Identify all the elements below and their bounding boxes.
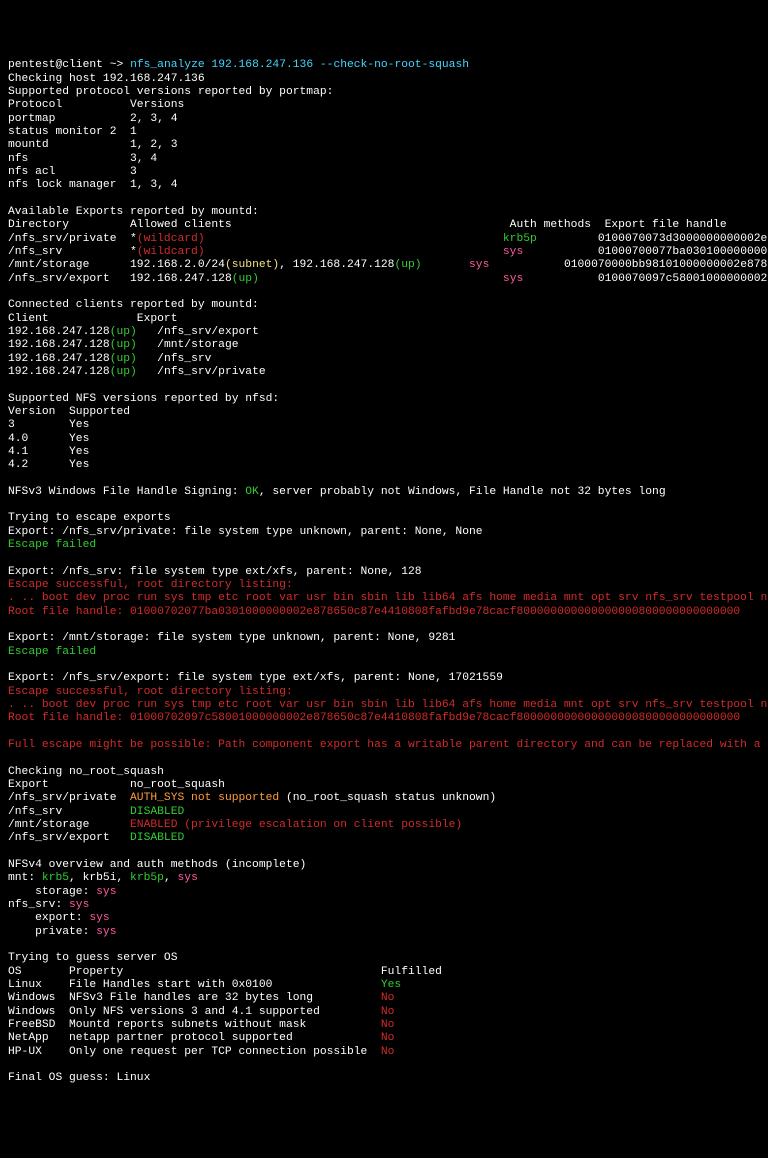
portmap-row: nfs lock manager 1, 3, 4 (8, 179, 177, 191)
nfsd-row: 4.2 Yes (8, 459, 89, 471)
os-cols: OS Property Fulfilled (8, 966, 442, 978)
portmap-row: nfs acl 3 (8, 166, 137, 178)
nrroot-row: /nfs_srv/private AUTH_SYS not supported … (8, 792, 496, 804)
nrroot-cols: Export no_root_squash (8, 779, 225, 791)
dir-listing: . .. boot dev proc run sys tmp etc root … (8, 699, 768, 711)
client-row: 192.168.247.128(up) /nfs_srv (8, 353, 211, 365)
v4-line: export: sys (8, 912, 110, 924)
os-row: HP-UX Only one request per TCP connectio… (8, 1046, 394, 1058)
clients-header: Connected clients reported by mountd: (8, 299, 259, 311)
escape-line: Export: /nfs_srv: file system type ext/x… (8, 566, 422, 578)
escape-line: Export: /nfs_srv/private: file system ty… (8, 526, 483, 538)
nfsd-cols: Version Supported (8, 406, 130, 418)
portmap-row: nfs 3, 4 (8, 153, 157, 165)
prompt-host: client (62, 59, 103, 71)
final-guess: Final OS guess: Linux (8, 1072, 150, 1084)
os-row: FreeBSD Mountd reports subnets without m… (8, 1019, 394, 1031)
v4-header: NFSv4 overview and auth methods (incompl… (8, 859, 306, 871)
escape-success: Escape successful, root directory listin… (8, 686, 293, 698)
clients-cols: Client Export (8, 313, 177, 325)
os-row: NetApp netapp partner protocol supported… (8, 1032, 394, 1044)
line: Checking host 192.168.247.136 (8, 73, 205, 85)
escape-success: Escape successful, root directory listin… (8, 579, 293, 591)
export-row: /mnt/storage 192.168.2.0/24(subnet), 192… (8, 259, 768, 271)
escape-line: Export: /mnt/storage: file system type u… (8, 632, 455, 644)
escape-fail: Escape failed (8, 539, 96, 551)
nrroot-row: /mnt/storage ENABLED (privilege escalati… (8, 819, 462, 831)
root-fh: Root file handle: 01000702077ba030100000… (8, 606, 740, 618)
dir-listing: . .. boot dev proc run sys tmp etc root … (8, 592, 768, 604)
portmap-row: mountd 1, 2, 3 (8, 139, 177, 151)
exports-cols: Directory Allowed clients Auth methods E… (8, 219, 727, 231)
escape-header: Trying to escape exports (8, 512, 171, 524)
v4-line: mnt: krb5, krb5i, krb5p, sys (8, 872, 198, 884)
root-fh: Root file handle: 01000702097c5800100000… (8, 712, 740, 724)
client-row: 192.168.247.128(up) /mnt/storage (8, 339, 239, 351)
portmap-row: portmap 2, 3, 4 (8, 113, 177, 125)
command-line[interactable]: nfs_analyze 192.168.247.136 --check-no-r… (130, 59, 469, 71)
client-row: 192.168.247.128(up) /nfs_srv/export (8, 326, 259, 338)
nfsd-row: 4.1 Yes (8, 446, 89, 458)
client-row: 192.168.247.128(up) /nfs_srv/private (8, 366, 266, 378)
prompt-user: pentest (8, 59, 55, 71)
os-row: Linux File Handles start with 0x0100 Yes (8, 979, 401, 991)
v4-line: storage: sys (8, 886, 116, 898)
escape-fail: Escape failed (8, 646, 96, 658)
escape-line: Export: /nfs_srv/export: file system typ… (8, 672, 503, 684)
export-row: /nfs_srv *(wildcard) sys 01000700077ba03… (8, 246, 768, 258)
nfsd-header: Supported NFS versions reported by nfsd: (8, 393, 279, 405)
v4-line: nfs_srv: sys (8, 899, 89, 911)
export-row: /nfs_srv/private *(wildcard) krb5p 01000… (8, 233, 768, 245)
portmap-cols: Protocol Versions (8, 99, 184, 111)
terminal-output: pentest@client ~> nfs_analyze 192.168.24… (8, 59, 760, 1085)
nrroot-header: Checking no_root_squash (8, 766, 164, 778)
nrroot-row: /nfs_srv/export DISABLED (8, 832, 184, 844)
v4-line: private: sys (8, 926, 116, 938)
export-row: /nfs_srv/export 192.168.247.128(up) sys … (8, 273, 768, 285)
os-row: Windows NFSv3 File handles are 32 bytes … (8, 992, 394, 1004)
portmap-row: status monitor 2 1 (8, 126, 137, 138)
nfsd-row: 3 Yes (8, 419, 89, 431)
fh-signing: NFSv3 Windows File Handle Signing: OK, s… (8, 486, 666, 498)
nfsd-row: 4.0 Yes (8, 433, 89, 445)
portmap-header: Supported protocol versions reported by … (8, 86, 333, 98)
nrroot-row: /nfs_srv DISABLED (8, 806, 184, 818)
os-header: Trying to guess server OS (8, 952, 177, 964)
full-escape-warning: Full escape might be possible: Path comp… (8, 739, 768, 751)
os-row: Windows Only NFS versions 3 and 4.1 supp… (8, 1006, 394, 1018)
exports-header: Available Exports reported by mountd: (8, 206, 259, 218)
